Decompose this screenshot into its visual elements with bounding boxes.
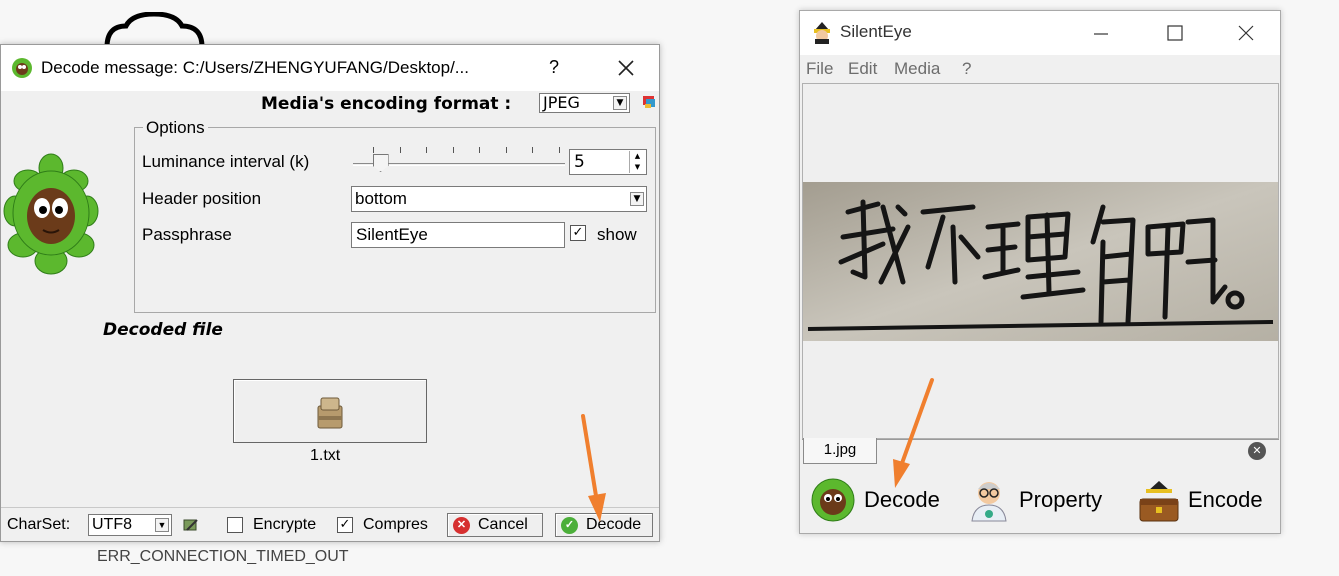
show-label: show (597, 225, 637, 244)
header-position-label: Header position (142, 189, 262, 208)
main-decode-label: Decode (864, 487, 940, 512)
encoding-format-select[interactable]: JPEG ▼ (539, 93, 630, 113)
property-button[interactable]: Property (966, 473, 1116, 527)
cloud-icon (104, 12, 205, 48)
decoded-file-button[interactable] (233, 379, 427, 443)
encoding-format-label: Media's encoding format : (261, 94, 512, 114)
charset-value: UTF8 (92, 516, 132, 533)
passphrase-input[interactable]: SilentEye (351, 222, 565, 248)
treasure-chest-icon (1139, 481, 1179, 522)
tab-1-jpg[interactable]: 1.jpg (803, 438, 877, 464)
luminance-value: 5 (574, 152, 585, 172)
silenteye-window: SilentEye File Edit Media ? 1.jpg ✕ Deco… (799, 10, 1281, 534)
compressed-label: Compres (363, 516, 428, 533)
charset-label: CharSet: (7, 516, 71, 533)
maximize-icon[interactable] (1166, 24, 1184, 42)
chevron-down-icon: ▼ (630, 192, 644, 206)
chevron-down-icon: ▼ (613, 96, 627, 110)
checkmark-icon: ✓ (561, 517, 578, 534)
menu-file[interactable]: File (806, 59, 833, 79)
menu-edit[interactable]: Edit (848, 59, 877, 79)
silenteye-app-icon (814, 22, 830, 44)
window-title: SilentEye (840, 22, 912, 41)
help-button[interactable]: ? (549, 57, 559, 78)
options-legend: Options (143, 118, 208, 138)
close-icon[interactable] (1236, 23, 1256, 43)
format-settings-icon[interactable] (641, 94, 657, 110)
box-file-icon (317, 397, 343, 429)
decode-dialog: Decode message: C:/Users/ZHENGYUFANG/Des… (0, 44, 660, 542)
decode-label: Decode (586, 516, 642, 533)
property-label: Property (1019, 487, 1103, 512)
encrypted-label: Encrypte (253, 516, 317, 533)
app-logo-icon (12, 58, 32, 78)
encoding-format-value: JPEG (543, 93, 580, 112)
header-position-value: bottom (355, 189, 407, 208)
silenteye-logo-icon (811, 478, 855, 522)
header-position-select[interactable]: bottom ▼ (351, 186, 647, 212)
luminance-label: Luminance interval (k) (142, 152, 310, 171)
decoded-file-name: 1.txt (310, 447, 341, 464)
close-icon[interactable] (613, 55, 639, 81)
silenteye-logo-icon (3, 153, 99, 275)
handwriting-image[interactable] (803, 182, 1278, 341)
window-title-bar[interactable]: SilentEye (800, 11, 1280, 55)
chevron-down-icon: ▼ (155, 518, 169, 532)
charset-edit-icon[interactable] (182, 516, 200, 534)
close-tab-icon[interactable]: ✕ (1248, 442, 1266, 460)
cancel-icon: ✕ (453, 517, 470, 534)
main-decode-button[interactable]: Decode (810, 473, 950, 527)
dialog-title: Decode message: C:/Users/ZHENGYUFANG/Des… (41, 58, 469, 77)
menu-help[interactable]: ? (962, 59, 971, 79)
decode-button[interactable]: ✓ Decode (555, 513, 653, 537)
encode-label: Encode (1188, 487, 1263, 512)
charset-select[interactable]: UTF8 ▼ (88, 514, 172, 536)
cancel-button[interactable]: ✕ Cancel (447, 513, 543, 537)
spin-arrows-icon[interactable]: ▲ ▼ (629, 151, 645, 173)
cancel-label: Cancel (478, 516, 528, 533)
scientist-icon (971, 482, 1007, 522)
error-text: ERR_CONNECTION_TIMED_OUT (97, 548, 349, 565)
encrypted-checkbox[interactable] (227, 517, 243, 533)
media-canvas (802, 83, 1279, 439)
decoded-file-label: Decoded file (103, 320, 223, 340)
passphrase-label: Passphrase (142, 225, 232, 244)
luminance-spinbox[interactable]: 5 ▲ ▼ (569, 149, 647, 175)
minimize-icon[interactable] (1092, 25, 1110, 43)
encode-button[interactable]: Encode (1136, 473, 1274, 527)
compressed-checkbox[interactable]: ✓ (337, 517, 353, 533)
show-checkbox[interactable]: ✓ (570, 225, 586, 241)
menu-media[interactable]: Media (894, 59, 940, 79)
dialog-title-bar[interactable]: Decode message: C:/Users/ZHENGYUFANG/Des… (1, 45, 659, 91)
